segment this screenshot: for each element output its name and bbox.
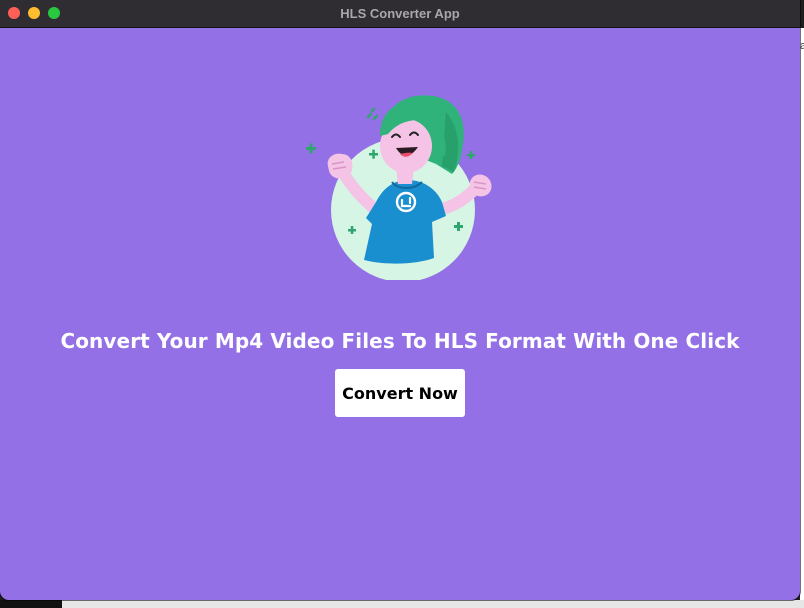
celebrating-person-illustration bbox=[306, 95, 492, 280]
background-dock-edge bbox=[0, 600, 804, 608]
app-window: HLS Converter App Convert Your Mp4 Video… bbox=[0, 0, 800, 600]
window-title: HLS Converter App bbox=[340, 6, 460, 21]
background-app-edge: a bbox=[800, 28, 804, 608]
background-edge-text: a bbox=[800, 40, 804, 52]
background-light-strip bbox=[62, 600, 804, 608]
main-content: Convert Your Mp4 Video Files To HLS Form… bbox=[0, 28, 800, 600]
headline: Convert Your Mp4 Video Files To HLS Form… bbox=[60, 329, 740, 353]
background-dark-strip bbox=[0, 600, 62, 608]
convert-now-button[interactable]: Convert Now bbox=[335, 369, 465, 417]
title-bar[interactable]: HLS Converter App bbox=[0, 0, 800, 28]
